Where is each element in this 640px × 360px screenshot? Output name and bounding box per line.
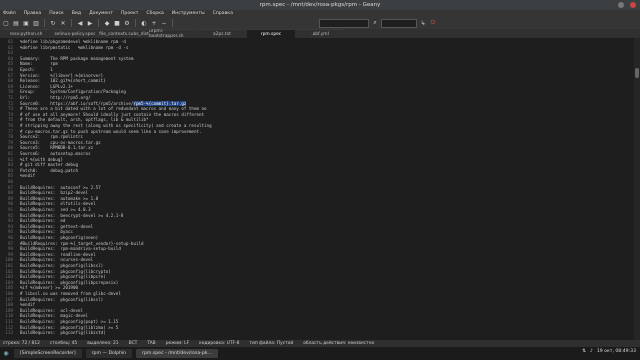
menu-build[interactable]: Сборка: [146, 11, 163, 16]
goto-line-icon[interactable]: ↳: [419, 19, 427, 27]
new-file-icon[interactable]: ▢: [2, 19, 10, 27]
zoom-out-icon[interactable]: −: [160, 19, 168, 27]
code-editor[interactable]: 61 %define lib/pkgnamedevel %mklibname rp…: [0, 38, 634, 340]
run-icon[interactable]: ⚙: [123, 19, 131, 27]
close-icon[interactable]: [630, 1, 636, 8]
toolbar-separator: [98, 19, 99, 27]
editor-scrollbar[interactable]: [634, 38, 640, 340]
reload-icon[interactable]: ↻: [49, 19, 57, 27]
tab-rosa-python[interactable]: rosa-python.sh: [2, 29, 50, 38]
tab-label: .abf.yml: [311, 31, 329, 37]
clock[interactable]: 19 окт, 08:49:33: [597, 349, 636, 354]
scrollbar-thumb[interactable]: [635, 68, 639, 78]
status-indent: TAB: [147, 341, 156, 346]
app-menu-icon[interactable]: ◉: [2, 350, 10, 358]
menu-help[interactable]: Справка: [213, 11, 233, 16]
tab-rpm-spec[interactable]: rpm.spec: [247, 29, 295, 38]
quit-icon[interactable]: ⏻: [429, 19, 437, 27]
close-file-icon[interactable]: ✕: [59, 19, 67, 27]
tab-label: rosa-python.sh: [9, 31, 43, 37]
status-scope: область действия: неизвестно: [303, 341, 375, 346]
tab-label: a2ps.txt: [213, 31, 231, 37]
color-chooser-icon[interactable]: ◐: [140, 19, 148, 27]
tab-label: selinux-policy.spec: [54, 31, 96, 37]
toolbar-separator: [44, 19, 45, 27]
tab-a2ps[interactable]: a2ps.txt: [198, 29, 246, 38]
status-filetype: тип файла: Пустой: [249, 341, 294, 346]
taskbar-item-label: rpm — Dolphin: [91, 351, 127, 356]
menu-edit[interactable]: Правка: [24, 11, 41, 16]
compile-icon[interactable]: ◆: [103, 19, 111, 27]
forward-icon[interactable]: ▶: [86, 19, 94, 27]
toolbar-separator: [71, 19, 72, 27]
line-number: 113: [5, 330, 13, 336]
title-bar: rpm.spec - /mnt/dev/rosa-pkgs/rpm - Gean…: [0, 0, 640, 10]
menu-tools[interactable]: Инструменты: [172, 11, 205, 16]
goto-line-input[interactable]: [381, 18, 417, 28]
status-insert-mode: ВСТ: [128, 341, 138, 346]
selected-text: rpm5-%{commit}.tar.gz: [133, 100, 187, 106]
menu-bar: Файл Правка Поиск Вид Документ Проект Сб…: [0, 10, 640, 17]
save-all-icon[interactable]: ▥: [32, 19, 40, 27]
taskbar-item-recorder[interactable]: [SimpleScreenRecorder]: [14, 349, 82, 358]
taskbar-item-label: [SimpleScreenRecorder]: [20, 351, 76, 356]
toolbar-separator: [135, 19, 136, 27]
menu-view[interactable]: Вид: [72, 11, 81, 16]
document-tabs: rosa-python.sh selinux-policy.spec file_…: [0, 29, 640, 39]
system-tray: ⇅ ♪ 19 окт, 08:49:33: [582, 349, 636, 354]
tab-file-contexts[interactable]: file_contexts.subs_dist: [99, 29, 149, 38]
menu-project[interactable]: Проект: [121, 11, 138, 16]
build-icon[interactable]: ■: [113, 19, 121, 27]
window-title: rpm.spec - /mnt/dev/rosa-pkgs/rpm - Gean…: [259, 2, 381, 8]
volume-icon[interactable]: ♪: [590, 349, 593, 354]
tab-label: file_contexts.subs_dist: [99, 31, 149, 37]
tab-urpmi-bootstrapper[interactable]: urpmi-bootstrapper.sh: [149, 29, 197, 39]
tab-abf-yml[interactable]: .abf.yml: [296, 29, 344, 38]
taskbar-item-geany[interactable]: rpm.spec - /mnt/dev/rosa-pk...: [136, 349, 218, 358]
toolbar-separator: [172, 19, 173, 27]
code-line[interactable]: 113 BuildRequires: pkgconfig(libzstd): [0, 330, 634, 336]
find-icon[interactable]: ⌕: [371, 19, 379, 27]
status-column: столбец: 45: [49, 341, 78, 346]
tab-label: rpm.spec: [260, 31, 282, 37]
status-eol-mode: режим: LF: [165, 341, 190, 346]
minimize-icon[interactable]: [618, 1, 624, 8]
search-input[interactable]: [319, 18, 369, 28]
save-icon[interactable]: ▣: [22, 19, 30, 27]
back-icon[interactable]: ◀: [76, 19, 84, 27]
taskbar-item-label: rpm.spec - /mnt/dev/rosa-pk...: [142, 351, 212, 356]
menu-document[interactable]: Документ: [89, 11, 113, 16]
network-icon[interactable]: ⇅: [582, 349, 586, 354]
toolbar: ▢ ▤ ▣ ▥ ↻ ✕ ◀ ▶ ◆ ■ ⚙ ◐ + − ⌕ ↳ ⏻: [0, 17, 640, 29]
status-line: строка: 72 / 812: [3, 341, 40, 346]
menu-search[interactable]: Поиск: [49, 11, 64, 16]
zoom-in-icon[interactable]: +: [150, 19, 158, 27]
taskbar-item-dolphin[interactable]: rpm — Dolphin: [85, 349, 133, 358]
status-bar: строка: 72 / 812 столбец: 45 выделено: 2…: [0, 340, 640, 347]
menu-file[interactable]: Файл: [3, 11, 16, 16]
open-file-icon[interactable]: ▤: [12, 19, 20, 27]
tab-selinux-policy[interactable]: selinux-policy.spec: [51, 29, 99, 38]
code-text: BuildRequires: pkgconfig(libzstd): [20, 330, 106, 336]
status-encoding: кодировка: UTF-8: [199, 341, 240, 346]
taskbar: ◉ [SimpleScreenRecorder] rpm — Dolphin r…: [0, 347, 640, 360]
status-selection: выделено: 21: [87, 341, 119, 346]
